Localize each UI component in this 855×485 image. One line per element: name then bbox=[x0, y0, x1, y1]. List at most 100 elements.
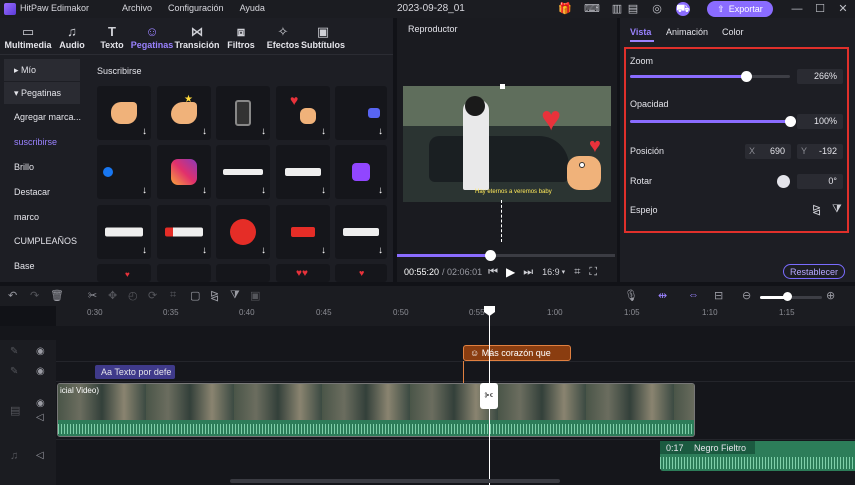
sticker-partial[interactable]: ♥♥ bbox=[276, 264, 330, 282]
sidebar-item-pegatinas[interactable]: ▾ Pegatinas bbox=[4, 82, 80, 104]
mirror-tool-icon[interactable]: ⧎ bbox=[210, 289, 219, 302]
playhead-line[interactable] bbox=[489, 306, 490, 485]
sticker-instagram[interactable]: ↓ bbox=[157, 145, 211, 199]
sticker-hand-click[interactable]: ↓ bbox=[97, 86, 151, 140]
sticker-tiktok[interactable]: ↓ bbox=[276, 145, 330, 199]
sticker-discord[interactable]: ↓ bbox=[335, 86, 387, 140]
sticker-subscribe-small[interactable]: ↓ bbox=[335, 205, 387, 259]
keyboard-icon[interactable]: ⌨ bbox=[584, 2, 600, 16]
play-icon[interactable]: ▶ bbox=[506, 265, 515, 279]
sticker-phone-qr[interactable]: ↓ bbox=[216, 86, 270, 140]
close-icon[interactable]: ✕ bbox=[836, 2, 850, 16]
sticker-youtube-logo[interactable]: ↓ bbox=[216, 205, 270, 259]
timeline-zoom-knob[interactable] bbox=[783, 292, 792, 301]
tab-vista[interactable]: Vista bbox=[630, 27, 651, 37]
sticker-partial[interactable]: ♥ bbox=[335, 264, 387, 282]
flip-horizontal-icon[interactable]: ⧎ bbox=[812, 203, 821, 216]
frame-icon[interactable]: ▣ bbox=[250, 289, 260, 302]
sticker-hearts-hand[interactable]: ♥ ↓ bbox=[276, 86, 330, 140]
snap-icon[interactable]: ⇹ bbox=[658, 289, 667, 302]
speaker-icon[interactable]: ◁ bbox=[36, 412, 44, 423]
rotate-icon[interactable]: ⟳ bbox=[148, 289, 157, 302]
export-button[interactable]: ⇧ Exportar bbox=[707, 1, 773, 17]
fullscreen-icon[interactable]: ⛶ bbox=[589, 266, 597, 279]
layout-icon[interactable]: ▤ bbox=[626, 2, 640, 16]
crop-tool-icon[interactable]: ⌗ bbox=[170, 289, 176, 302]
time-ruler[interactable]: 0:30 0:35 0:40 0:45 0:50 0:55 1:00 1:05 … bbox=[56, 306, 855, 326]
move-icon[interactable]: ✥ bbox=[108, 289, 117, 302]
sticker-thanks[interactable]: ↓ bbox=[276, 205, 330, 259]
sticker-subscribe-card[interactable]: ↓ bbox=[97, 205, 151, 259]
tab-transicion[interactable]: ⋈ Transición bbox=[175, 18, 220, 54]
eye-icon[interactable]: ◉ bbox=[36, 398, 45, 409]
menu-archivo[interactable]: Archivo bbox=[122, 3, 152, 13]
text-clip[interactable]: Aa Texto por defe bbox=[95, 365, 175, 379]
maximize-icon[interactable]: ☐ bbox=[813, 2, 827, 16]
zoom-slider[interactable] bbox=[630, 75, 790, 78]
sidebar-item-marco[interactable]: marco bbox=[0, 206, 86, 228]
aspect-ratio-select[interactable]: 16:9 bbox=[542, 267, 560, 277]
gift-icon[interactable]: 🎁 bbox=[558, 2, 572, 16]
fit-icon[interactable]: ⊟ bbox=[714, 289, 723, 302]
minimize-icon[interactable]: — bbox=[790, 2, 804, 16]
anchor-handle-top[interactable] bbox=[500, 84, 505, 89]
book-icon[interactable]: ▥ bbox=[610, 2, 624, 16]
menu-ayuda[interactable]: Ayuda bbox=[240, 3, 265, 13]
redo-icon[interactable]: ↷ bbox=[30, 289, 39, 302]
position-y-field[interactable]: Y -192 bbox=[797, 144, 843, 159]
speed-icon[interactable]: ◴ bbox=[128, 289, 138, 302]
tab-efectos[interactable]: ✧ Efectos bbox=[266, 18, 300, 54]
audio-clip[interactable]: 0:17 Negro Fieltro bbox=[660, 441, 855, 471]
flip-vertical-icon[interactable]: ⧩ bbox=[832, 203, 842, 216]
eye-icon[interactable]: ◉ bbox=[36, 366, 45, 377]
opacity-slider-knob[interactable] bbox=[784, 116, 796, 127]
speaker-icon[interactable]: ◁ bbox=[36, 450, 44, 461]
sticker-facebook[interactable]: ↓ bbox=[97, 145, 151, 199]
sticker-hand-star[interactable]: ★ ↓ bbox=[157, 86, 211, 140]
sticker-twitch[interactable]: ↓ bbox=[335, 145, 387, 199]
sticker-partial[interactable] bbox=[216, 264, 270, 282]
sticker-hand[interactable] bbox=[567, 156, 601, 190]
crop-icon[interactable]: ⌗ bbox=[574, 266, 580, 279]
step-forward-icon[interactable]: ⏭ bbox=[523, 266, 533, 279]
sticker-youtube-subscribe[interactable]: ↓ bbox=[157, 205, 211, 259]
delete-icon[interactable]: 🗑 bbox=[50, 289, 64, 302]
cart-icon[interactable]: ⛟ bbox=[676, 2, 690, 16]
reset-button[interactable]: Restablecer bbox=[783, 264, 845, 279]
tab-color[interactable]: Color bbox=[722, 27, 744, 37]
menu-configuracion[interactable]: Configuración bbox=[168, 3, 224, 13]
pin-icon[interactable]: ✎ bbox=[10, 346, 18, 357]
tab-animacion[interactable]: Animación bbox=[666, 27, 708, 37]
link-icon[interactable]: ⇔ bbox=[688, 289, 699, 301]
freeze-icon[interactable]: ▢ bbox=[190, 289, 200, 302]
zoom-in-icon[interactable]: ⊕ bbox=[826, 289, 835, 302]
timeline-scrollbar[interactable] bbox=[230, 479, 560, 483]
tab-audio[interactable]: ♫ Audio bbox=[56, 18, 88, 54]
rotate-value[interactable]: 0° bbox=[797, 174, 843, 189]
tab-texto[interactable]: T Texto bbox=[97, 18, 127, 54]
opacity-value[interactable]: 100% bbox=[797, 114, 843, 129]
tab-subtitulos[interactable]: ▣ Subtítulos bbox=[301, 18, 345, 54]
sticker-heart-small[interactable]: ♥ bbox=[589, 136, 601, 156]
sidebar-item-suscribirse[interactable]: suscribirse bbox=[0, 131, 86, 153]
opacity-slider[interactable] bbox=[630, 120, 790, 123]
tab-pegatinas[interactable]: ☺ Pegatinas bbox=[131, 18, 174, 54]
microphone-icon[interactable]: 🎙 bbox=[624, 289, 638, 302]
video-clip[interactable]: icial Video) bbox=[57, 383, 695, 437]
eye-icon[interactable]: ◉ bbox=[36, 346, 45, 357]
sidebar-item-base[interactable]: Base bbox=[0, 255, 86, 277]
split-icon[interactable]: ✂ bbox=[88, 289, 97, 302]
sticker-clip[interactable]: ☺ Más corazón que bbox=[463, 345, 571, 361]
flip-tool-icon[interactable]: ⧩ bbox=[230, 289, 240, 302]
sidebar-item-agregar-marca[interactable]: Agregar marca... bbox=[0, 106, 86, 128]
undo-icon[interactable]: ↶ bbox=[8, 289, 17, 302]
sidebar-item-destacar[interactable]: Destacar bbox=[0, 181, 86, 203]
sidebar-item-cumpleanos[interactable]: CUMPLEAÑOS bbox=[0, 230, 86, 252]
rotate-dial-icon[interactable] bbox=[777, 175, 790, 188]
position-x-field[interactable]: X 690 bbox=[745, 144, 791, 159]
sticker-subscribe-bar[interactable]: ↓ bbox=[216, 145, 270, 199]
player-progress[interactable] bbox=[397, 254, 615, 257]
sidebar-item-brillo[interactable]: Brillo bbox=[0, 156, 86, 178]
transform-handle[interactable] bbox=[579, 162, 585, 168]
user-icon[interactable]: ◎ bbox=[650, 2, 664, 16]
